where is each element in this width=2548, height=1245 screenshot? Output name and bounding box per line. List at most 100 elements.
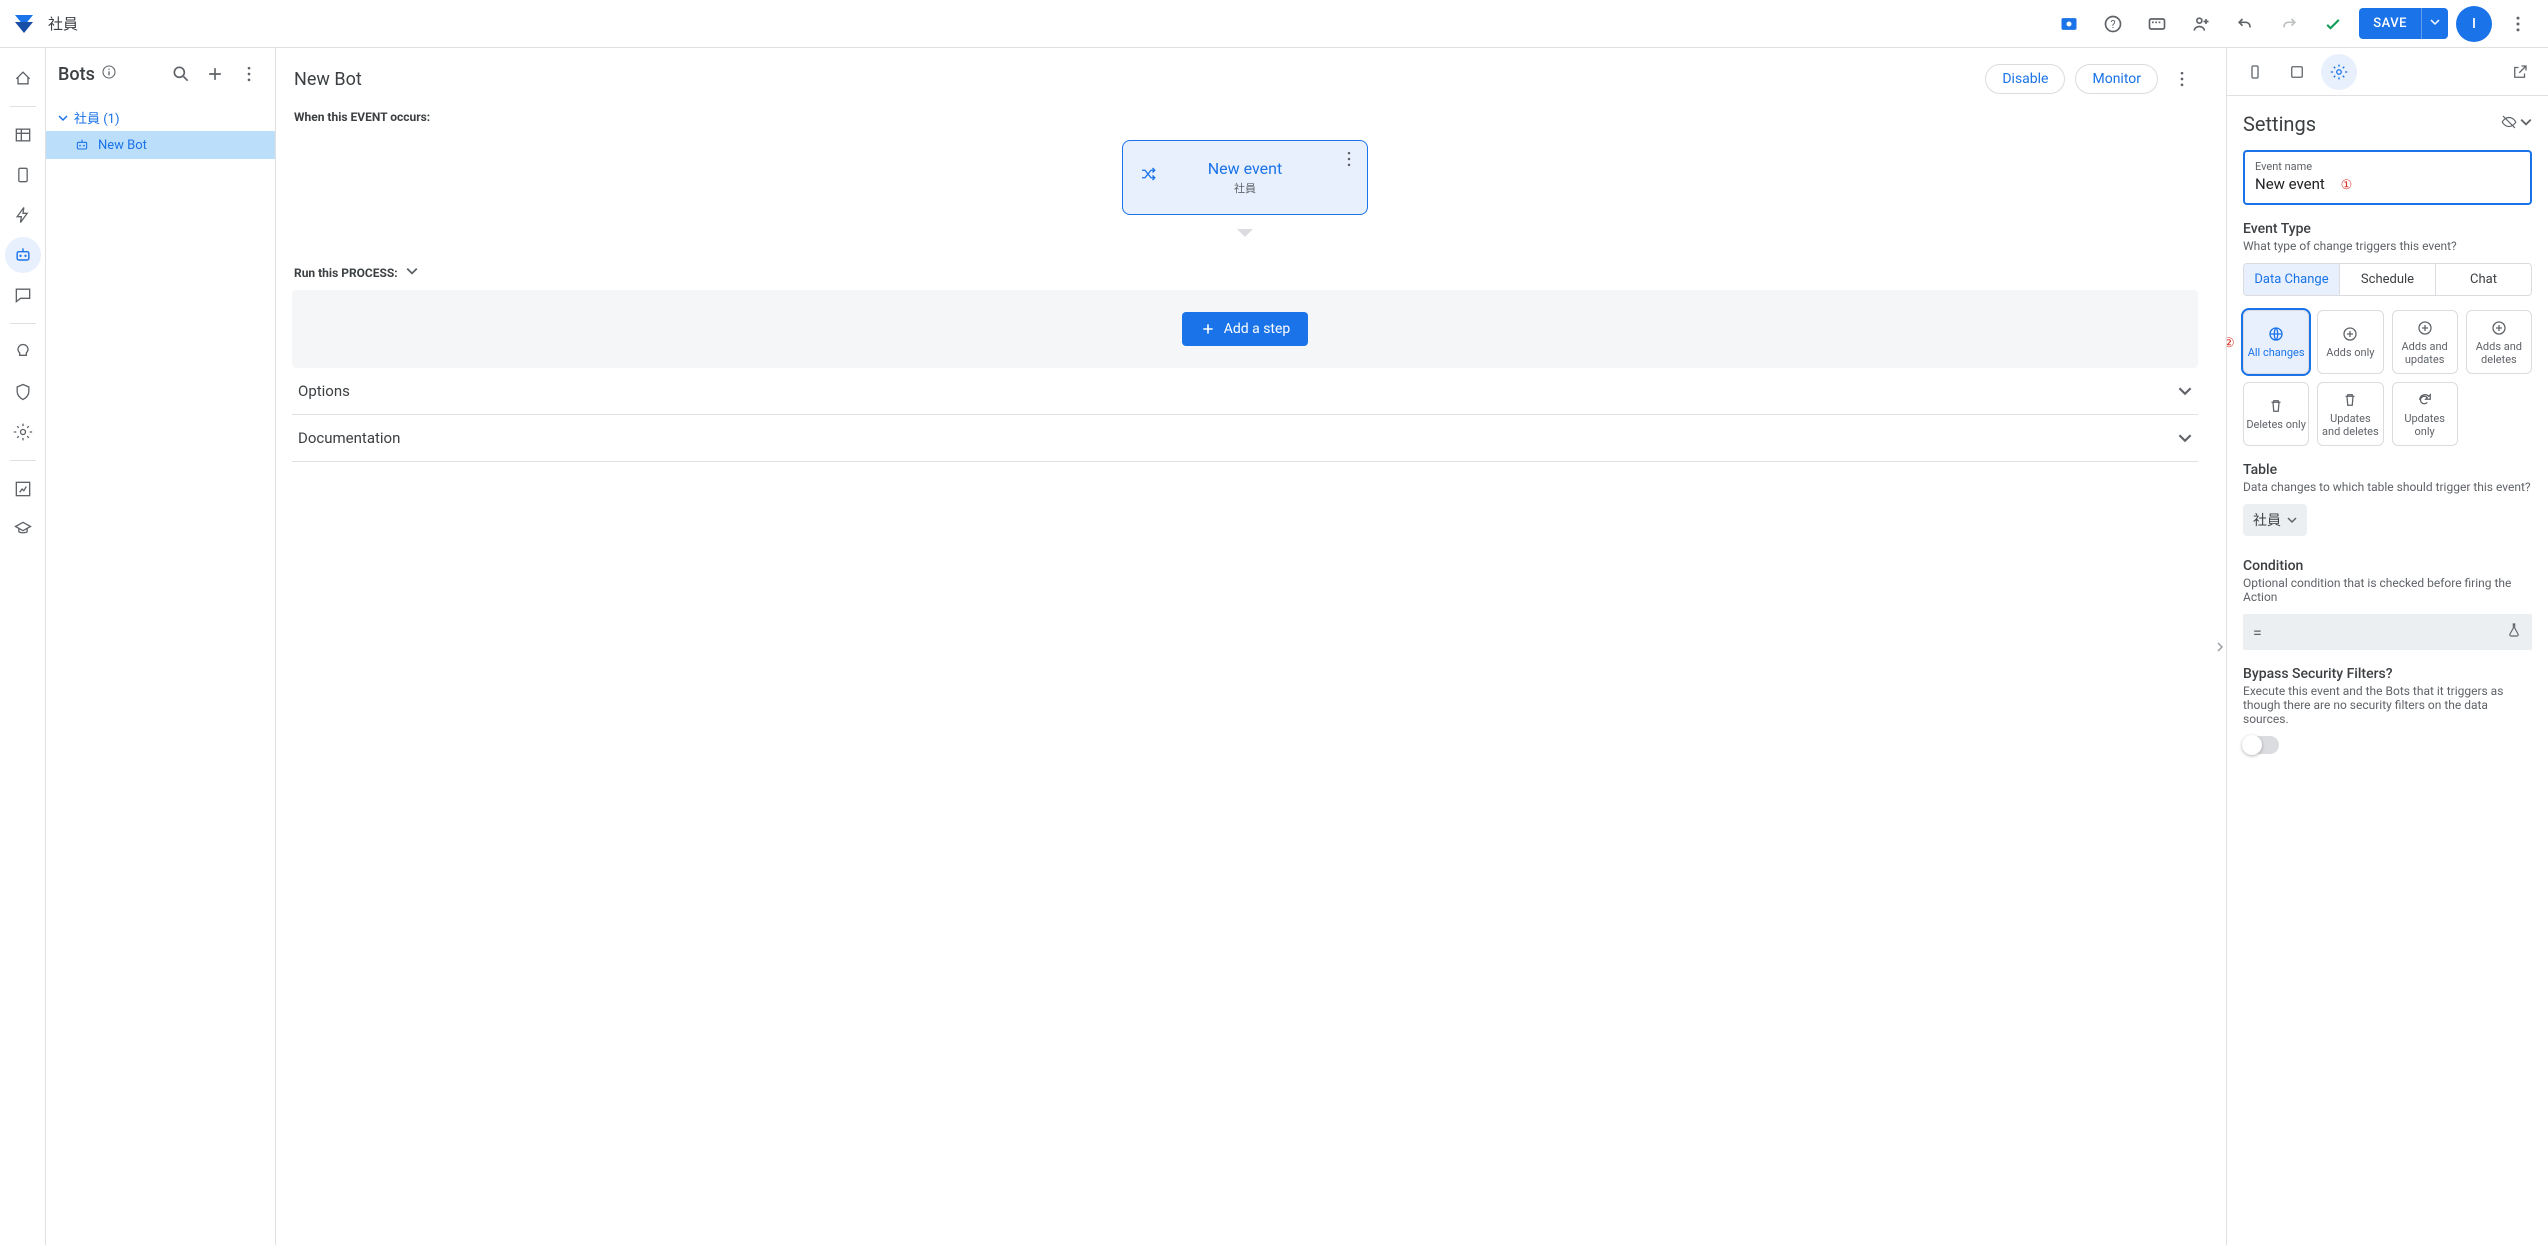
canvas: New Bot Disable Monitor When this EVENT … bbox=[276, 48, 2214, 1245]
bypass-toggle[interactable] bbox=[2243, 736, 2279, 754]
add-step-label: Add a step bbox=[1224, 321, 1291, 337]
event-card-title: New event bbox=[1135, 159, 1355, 178]
sidebar-title: Bots bbox=[58, 64, 95, 85]
event-type-heading: Event Type bbox=[2243, 221, 2532, 237]
keyboard-icon[interactable] bbox=[2139, 6, 2175, 42]
disable-button[interactable]: Disable bbox=[1985, 64, 2065, 94]
add-icon[interactable] bbox=[201, 60, 229, 88]
rail-settings-icon[interactable] bbox=[5, 414, 41, 450]
avatar[interactable]: I bbox=[2456, 6, 2492, 42]
event-card-more-icon[interactable] bbox=[1337, 147, 1361, 171]
change-opt-label: Adds only bbox=[2326, 346, 2374, 359]
options-label: Options bbox=[298, 382, 350, 400]
save-button[interactable]: SAVE bbox=[2359, 8, 2421, 39]
add-user-icon[interactable] bbox=[2183, 6, 2219, 42]
rail-intelligence-icon[interactable] bbox=[5, 334, 41, 370]
seg-schedule[interactable]: Schedule bbox=[2340, 264, 2436, 295]
condition-value: = bbox=[2253, 623, 2262, 642]
preview-icon[interactable] bbox=[2051, 6, 2087, 42]
change-opt-label: All changes bbox=[2248, 346, 2305, 359]
plus-circle-icon bbox=[2416, 319, 2434, 337]
documentation-row[interactable]: Documentation bbox=[292, 415, 2198, 462]
panel-collapse-handle[interactable] bbox=[2214, 48, 2226, 1245]
seg-data-change[interactable]: Data Change bbox=[2244, 264, 2340, 295]
redo-icon[interactable] bbox=[2271, 6, 2307, 42]
rail-learn-icon[interactable] bbox=[5, 511, 41, 547]
help-icon[interactable]: ? bbox=[2095, 6, 2131, 42]
topbar: 社員 ? SAVE I bbox=[0, 0, 2548, 48]
change-adds-only[interactable]: Adds only bbox=[2317, 310, 2383, 374]
table-select[interactable]: 社員 bbox=[2243, 504, 2307, 536]
settings-gear-icon[interactable] bbox=[2321, 54, 2357, 90]
check-icon[interactable] bbox=[2315, 6, 2351, 42]
seg-chat[interactable]: Chat bbox=[2436, 264, 2531, 295]
process-dropdown-icon[interactable] bbox=[406, 265, 418, 280]
settings-panel: Settings Event name New event ① E bbox=[2226, 48, 2548, 1245]
add-step-area: Add a step bbox=[292, 290, 2198, 368]
tree-item-label: New Bot bbox=[98, 138, 147, 153]
table-desc: Data changes to which table should trigg… bbox=[2243, 480, 2532, 494]
open-external-icon[interactable] bbox=[2502, 54, 2538, 90]
change-adds-updates[interactable]: Adds and updates bbox=[2392, 310, 2458, 374]
rail-home-icon[interactable] bbox=[5, 60, 41, 96]
tree-item-new-bot[interactable]: New Bot bbox=[46, 131, 275, 159]
left-rail bbox=[0, 48, 46, 1245]
settings-title: Settings bbox=[2243, 112, 2316, 136]
event-name-field[interactable]: Event name New event ① bbox=[2243, 150, 2532, 205]
event-section-label: When this EVENT occurs: bbox=[288, 102, 2202, 136]
sidebar-more-icon[interactable] bbox=[235, 60, 263, 88]
change-all-changes[interactable]: All changes bbox=[2243, 310, 2309, 374]
change-opt-label: Deletes only bbox=[2246, 418, 2306, 431]
change-adds-deletes[interactable]: Adds and deletes bbox=[2466, 310, 2532, 374]
rail-actions-icon[interactable] bbox=[5, 197, 41, 233]
visibility-off-icon[interactable] bbox=[2500, 113, 2518, 135]
appsheet-logo bbox=[12, 12, 36, 36]
trash-icon bbox=[2267, 397, 2285, 415]
bypass-desc: Execute this event and the Bots that it … bbox=[2243, 684, 2532, 726]
info-icon[interactable] bbox=[101, 64, 117, 84]
tree-group-label: 社員 (1) bbox=[74, 108, 120, 127]
rail-manage-icon[interactable] bbox=[5, 471, 41, 507]
robot-icon bbox=[74, 137, 90, 153]
rail-security-icon[interactable] bbox=[5, 374, 41, 410]
search-icon[interactable] bbox=[167, 60, 195, 88]
preview-tablet-icon[interactable] bbox=[2279, 54, 2315, 90]
bypass-heading: Bypass Security Filters? bbox=[2243, 666, 2532, 682]
condition-input[interactable]: = bbox=[2243, 614, 2532, 650]
event-type-desc: What type of change triggers this event? bbox=[2243, 239, 2532, 253]
globe-icon bbox=[2267, 325, 2285, 343]
bots-sidebar: Bots 社員 (1) New Bot bbox=[46, 48, 276, 1245]
preview-phone-icon[interactable] bbox=[2237, 54, 2273, 90]
table-heading: Table bbox=[2243, 462, 2532, 478]
tree-group[interactable]: 社員 (1) bbox=[46, 104, 275, 131]
chevron-down-icon bbox=[2178, 431, 2192, 445]
rail-automation-icon[interactable] bbox=[5, 237, 41, 273]
change-type-grid: ② All changes Adds only Adds and updates bbox=[2243, 310, 2532, 446]
save-dropdown-button[interactable] bbox=[2421, 8, 2448, 39]
more-vert-icon[interactable] bbox=[2500, 6, 2536, 42]
canvas-more-icon[interactable] bbox=[2168, 65, 2196, 93]
table-value: 社員 bbox=[2253, 510, 2281, 530]
svg-text:?: ? bbox=[2111, 18, 2116, 31]
rail-data-icon[interactable] bbox=[5, 117, 41, 153]
event-name-label: Event name bbox=[2255, 160, 2520, 173]
plus-circle-icon bbox=[2490, 319, 2508, 337]
save-button-group: SAVE bbox=[2359, 8, 2448, 39]
annotation-2: ② bbox=[2226, 336, 2235, 351]
shuffle-icon bbox=[1139, 165, 1157, 187]
process-label: Run this PROCESS: bbox=[294, 266, 398, 280]
rail-views-icon[interactable] bbox=[5, 157, 41, 193]
topbar-actions: ? SAVE I bbox=[2051, 6, 2536, 42]
monitor-button[interactable]: Monitor bbox=[2075, 64, 2158, 94]
change-updates-only[interactable]: Updates only bbox=[2392, 382, 2458, 446]
change-deletes-only[interactable]: Deletes only bbox=[2243, 382, 2309, 446]
documentation-label: Documentation bbox=[298, 429, 400, 447]
chevron-down-icon[interactable] bbox=[2520, 116, 2532, 132]
rail-chat-icon[interactable] bbox=[5, 277, 41, 313]
flask-icon[interactable] bbox=[2506, 622, 2522, 642]
undo-icon[interactable] bbox=[2227, 6, 2263, 42]
change-updates-deletes[interactable]: Updates and deletes bbox=[2317, 382, 2383, 446]
add-step-button[interactable]: Add a step bbox=[1182, 312, 1309, 346]
event-card[interactable]: New event 社員 bbox=[1122, 140, 1368, 215]
options-row[interactable]: Options bbox=[292, 368, 2198, 415]
